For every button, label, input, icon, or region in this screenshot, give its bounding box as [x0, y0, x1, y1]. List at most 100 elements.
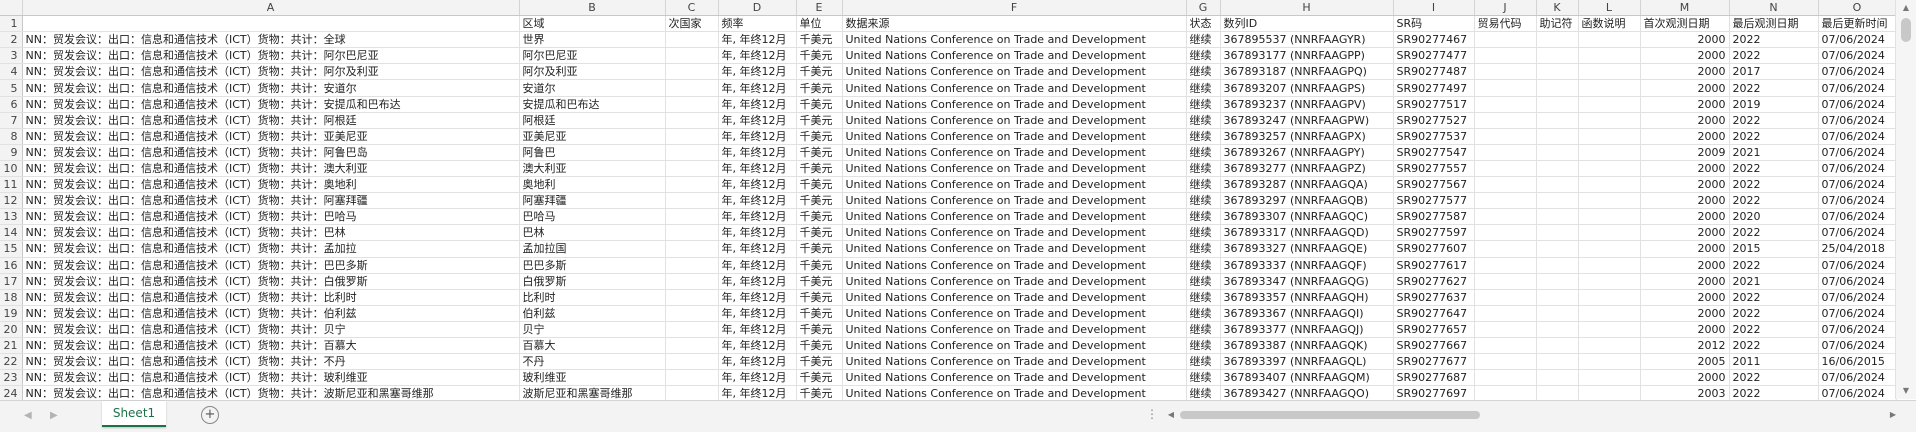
cell[interactable]: SR90277497: [1393, 79, 1475, 97]
cell[interactable]: NN：贸发会议：出口：信息和通信技术（ICT）货物：共计：阿塞拜疆: [22, 192, 520, 210]
cell[interactable]: [1474, 112, 1537, 129]
cell[interactable]: [665, 192, 719, 210]
cell[interactable]: 2000: [1640, 96, 1730, 113]
cell[interactable]: SR90277637: [1393, 289, 1475, 306]
cell[interactable]: 07/06/2024: [1818, 112, 1897, 129]
cell[interactable]: United Nations Conference on Trade and D…: [842, 289, 1187, 306]
cell[interactable]: 年, 年终12月: [718, 192, 797, 210]
scroll-down-arrow-icon[interactable]: ▼: [1896, 383, 1916, 399]
cell[interactable]: NN：贸发会议：出口：信息和通信技术（ICT）货物：共计：阿根廷: [22, 112, 520, 129]
cell[interactable]: 安道尔: [519, 79, 666, 97]
cell[interactable]: 2020: [1729, 208, 1819, 226]
cell[interactable]: [665, 128, 719, 145]
cell[interactable]: 07/06/2024: [1818, 160, 1897, 178]
cell[interactable]: United Nations Conference on Trade and D…: [842, 160, 1187, 178]
row-header[interactable]: 1: [0, 15, 23, 33]
column-header[interactable]: B: [519, 0, 666, 17]
cell[interactable]: [1536, 144, 1579, 161]
cell[interactable]: 07/06/2024: [1818, 257, 1897, 274]
column-header[interactable]: L: [1578, 0, 1641, 17]
cell[interactable]: 25/04/2018: [1818, 240, 1897, 258]
cell[interactable]: 2000: [1640, 305, 1730, 322]
cell[interactable]: 继续: [1186, 240, 1221, 258]
cell[interactable]: 千美元: [796, 289, 843, 306]
cell[interactable]: [1536, 353, 1579, 371]
cell[interactable]: 367893407 (NNRFAAGQM): [1220, 369, 1394, 387]
cell[interactable]: United Nations Conference on Trade and D…: [842, 321, 1187, 338]
cell[interactable]: NN：贸发会议：出口：信息和通信技术（ICT）货物：共计：贝宁: [22, 321, 520, 338]
cell[interactable]: 比利时: [519, 289, 666, 306]
cell[interactable]: 年, 年终12月: [718, 273, 797, 290]
cell[interactable]: 孟加拉国: [519, 240, 666, 258]
cell[interactable]: [1578, 305, 1641, 322]
cell[interactable]: 2009: [1640, 144, 1730, 161]
cell[interactable]: 367893327 (NNRFAAGQE): [1220, 240, 1394, 258]
cell[interactable]: 继续: [1186, 160, 1221, 178]
cell[interactable]: [665, 63, 719, 81]
cell[interactable]: United Nations Conference on Trade and D…: [842, 79, 1187, 97]
cell[interactable]: [1474, 208, 1537, 226]
cell[interactable]: 不丹: [519, 353, 666, 371]
cell[interactable]: 年, 年终12月: [718, 337, 797, 355]
cell[interactable]: 年, 年终12月: [718, 160, 797, 178]
cell[interactable]: United Nations Conference on Trade and D…: [842, 63, 1187, 81]
cell[interactable]: United Nations Conference on Trade and D…: [842, 353, 1187, 371]
cell[interactable]: 2000: [1640, 79, 1730, 97]
cell[interactable]: 2000: [1640, 273, 1730, 290]
cell[interactable]: 2000: [1640, 208, 1730, 226]
cell[interactable]: 千美元: [796, 353, 843, 371]
cell[interactable]: 千美元: [796, 240, 843, 258]
cell[interactable]: 年, 年终12月: [718, 144, 797, 161]
cell[interactable]: 最后更新时间: [1818, 15, 1897, 33]
cell[interactable]: 07/06/2024: [1818, 79, 1897, 97]
cell[interactable]: NN：贸发会议：出口：信息和通信技术（ICT）货物：共计：比利时: [22, 289, 520, 306]
cell[interactable]: 年, 年终12月: [718, 224, 797, 242]
cell[interactable]: [1474, 128, 1537, 145]
cell[interactable]: United Nations Conference on Trade and D…: [842, 257, 1187, 274]
cell[interactable]: 367893177 (NNRFAAGPP): [1220, 47, 1394, 65]
cell[interactable]: 年, 年终12月: [718, 96, 797, 113]
cell[interactable]: 年, 年终12月: [718, 257, 797, 274]
column-header[interactable]: I: [1393, 0, 1475, 17]
cell[interactable]: SR90277537: [1393, 128, 1475, 145]
cell[interactable]: [665, 273, 719, 290]
cell[interactable]: 年, 年终12月: [718, 305, 797, 322]
cell[interactable]: 07/06/2024: [1818, 96, 1897, 113]
cell[interactable]: United Nations Conference on Trade and D…: [842, 128, 1187, 145]
cell[interactable]: 千美元: [796, 31, 843, 49]
column-header[interactable]: K: [1536, 0, 1579, 17]
cell[interactable]: 继续: [1186, 369, 1221, 387]
cell[interactable]: 千美元: [796, 128, 843, 145]
cell[interactable]: 2022: [1729, 305, 1819, 322]
cell[interactable]: 继续: [1186, 112, 1221, 129]
cell[interactable]: [1474, 192, 1537, 210]
cell[interactable]: 07/06/2024: [1818, 337, 1897, 355]
sheet-tab-sheet1[interactable]: Sheet1: [102, 401, 166, 427]
cell[interactable]: 2000: [1640, 112, 1730, 129]
cell[interactable]: 2000: [1640, 321, 1730, 338]
cell[interactable]: 继续: [1186, 79, 1221, 97]
cell[interactable]: 阿尔巴尼亚: [519, 47, 666, 65]
cell[interactable]: SR90277557: [1393, 160, 1475, 178]
cell[interactable]: 千美元: [796, 208, 843, 226]
cell[interactable]: [1578, 273, 1641, 290]
cell[interactable]: [1578, 160, 1641, 178]
cell[interactable]: 2012: [1640, 337, 1730, 355]
cell[interactable]: [1536, 176, 1579, 194]
cell[interactable]: [1536, 128, 1579, 145]
cell[interactable]: SR90277647: [1393, 305, 1475, 322]
cell[interactable]: SR90277517: [1393, 96, 1475, 113]
cell[interactable]: [1474, 257, 1537, 274]
cell[interactable]: [1578, 47, 1641, 65]
cell[interactable]: 2000: [1640, 128, 1730, 145]
cell[interactable]: SR90277687: [1393, 369, 1475, 387]
cell[interactable]: 367893297 (NNRFAAGQB): [1220, 192, 1394, 210]
cell[interactable]: 2000: [1640, 63, 1730, 81]
cell[interactable]: 2000: [1640, 369, 1730, 387]
cell[interactable]: 千美元: [796, 112, 843, 129]
cell[interactable]: United Nations Conference on Trade and D…: [842, 144, 1187, 161]
cell[interactable]: [1474, 305, 1537, 322]
cell[interactable]: [1578, 79, 1641, 97]
cell[interactable]: [1474, 63, 1537, 81]
cell[interactable]: 千美元: [796, 224, 843, 242]
